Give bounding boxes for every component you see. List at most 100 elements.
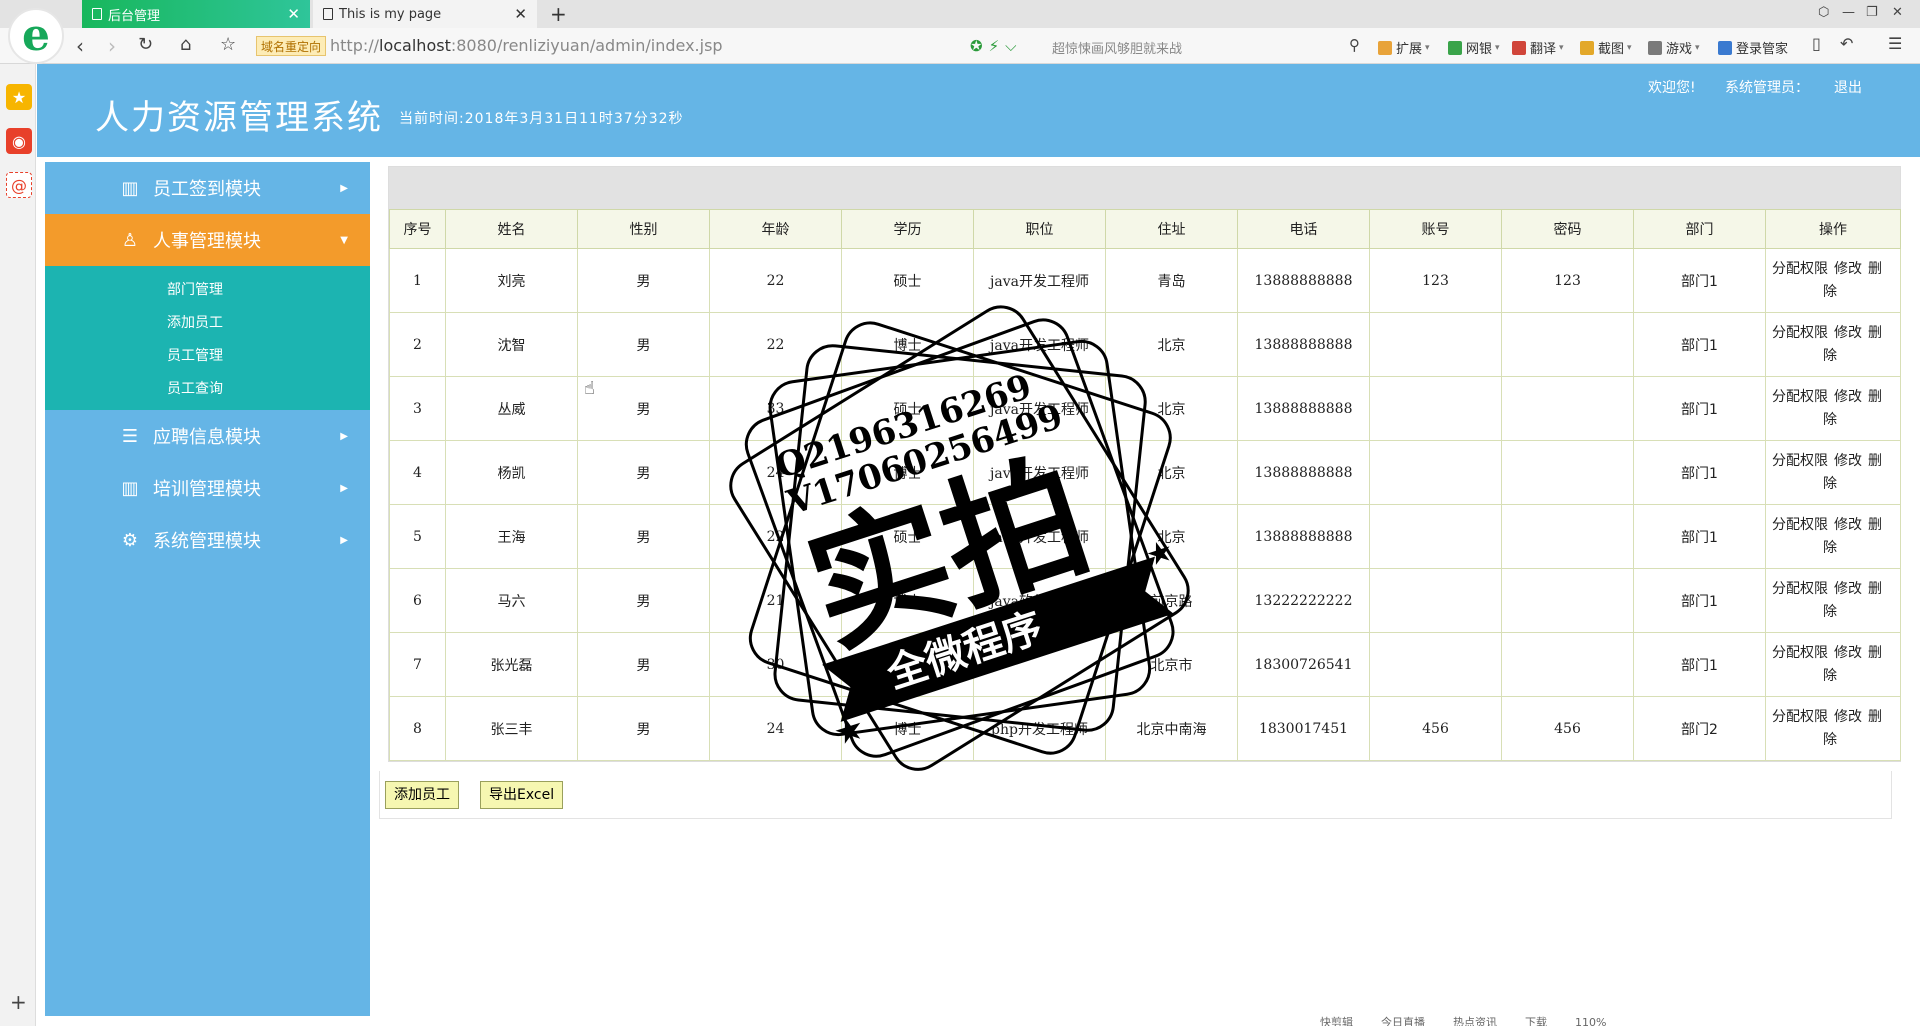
table-cell: 22 [709, 312, 842, 377]
edit-link[interactable]: 修改 [1834, 517, 1862, 533]
delete-link[interactable]: 除 [1823, 668, 1837, 684]
edit-link[interactable]: 修改 [1834, 581, 1862, 597]
forward-icon[interactable]: › [108, 34, 116, 58]
close-icon[interactable]: ✕ [514, 5, 527, 23]
table-cell: 部门1 [1633, 376, 1766, 441]
weibo-icon[interactable]: ◉ [6, 128, 32, 154]
assign-permission-link[interactable]: 分配权限 [1772, 261, 1828, 277]
submenu-add-employee[interactable]: 添加员工 [167, 312, 223, 332]
export-excel-button[interactable]: 导出Excel [480, 781, 564, 809]
add-employee-button[interactable]: 添加员工 [385, 781, 459, 809]
column-header: 电话 [1237, 209, 1370, 249]
status-item[interactable]: 快剪辑 [1320, 1016, 1353, 1026]
delete-link[interactable]: 删 [1868, 261, 1882, 277]
sidebar-module-system[interactable]: ⚙ 系统管理模块 ▶ [45, 514, 370, 566]
delete-link[interactable]: 除 [1823, 732, 1837, 748]
add-icon[interactable]: + [10, 990, 27, 1014]
edit-link[interactable]: 修改 [1834, 709, 1862, 725]
assign-permission-link[interactable]: 分配权限 [1772, 453, 1828, 469]
new-tab-button[interactable]: + [550, 2, 567, 26]
assign-permission-link[interactable]: 分配权限 [1772, 325, 1828, 341]
tab-label: 后台管理 [108, 8, 161, 24]
restore-icon[interactable]: ❐ [1866, 5, 1878, 20]
toolbar-item-1[interactable]: 网银 ▾ [1448, 38, 1500, 57]
table-cell [1501, 312, 1634, 377]
shirt-icon[interactable]: ⬡ [1818, 5, 1829, 20]
toolbar-item-5[interactable]: 登录管家 [1718, 38, 1788, 57]
mail-icon[interactable]: @ [6, 172, 32, 198]
undo-icon[interactable]: ↶ [1840, 34, 1853, 53]
table-cell: 杨凯 [445, 440, 578, 505]
reload-icon[interactable]: ↻ [138, 34, 153, 55]
table-row: 8 张三丰男 24 博士 php开发工程师 北京中南海 1830017451 456 456 部门… [389, 696, 1901, 761]
delete-link-continuation: 除 [1772, 601, 1894, 624]
toolbar-item-3[interactable]: 截图 ▾ [1580, 38, 1632, 57]
assign-permission-link[interactable]: 分配权限 [1772, 645, 1828, 661]
security-icon[interactable]: ✪⚡⌵ [970, 37, 1022, 55]
tab-admin[interactable]: 后台管理 ✕ [82, 0, 310, 28]
minimize-icon[interactable]: — [1842, 5, 1855, 20]
search-icon[interactable]: ⚲ [1349, 36, 1360, 54]
back-icon[interactable]: ‹ [76, 34, 84, 58]
assign-permission-link[interactable]: 分配权限 [1772, 389, 1828, 405]
redirect-badge[interactable]: 域名重定向 [256, 36, 327, 56]
delete-link[interactable]: 删 [1868, 709, 1882, 725]
table-cell: java开发工程师 [973, 376, 1106, 441]
logout-link[interactable]: 退出 [1834, 77, 1862, 97]
delete-link[interactable]: 除 [1823, 540, 1837, 556]
page-icon [92, 8, 102, 20]
table-cell [1369, 568, 1502, 633]
delete-link[interactable]: 除 [1823, 284, 1837, 300]
toolbar-item-2[interactable]: 翻译 ▾ [1512, 38, 1564, 57]
home-icon[interactable]: ⌂ [180, 34, 191, 55]
delete-link[interactable]: 除 [1823, 476, 1837, 492]
menu-icon[interactable]: ☰ [1888, 34, 1902, 53]
submenu-employee-query[interactable]: 员工查询 [167, 378, 223, 398]
reading-icon[interactable]: ▯ [1812, 34, 1821, 53]
tab-my-page[interactable]: This is my page ✕ [313, 0, 537, 28]
sidebar-module-checkin[interactable]: ▥ 员工签到模块 ▶ [45, 162, 370, 214]
delete-link-continuation: 除 [1772, 345, 1894, 368]
table-cell: 北京 [1105, 312, 1238, 377]
search-hint[interactable]: 超惊悚画风够胆就来战 [1052, 38, 1182, 57]
notebook-icon: ▥ [121, 177, 139, 199]
edit-link[interactable]: 修改 [1834, 389, 1862, 405]
row-actions: 分配权限 修改删除 [1765, 248, 1901, 313]
edit-link[interactable]: 修改 [1834, 645, 1862, 661]
delete-link[interactable]: 删 [1868, 453, 1882, 469]
status-item[interactable]: 热点资讯 [1453, 1016, 1497, 1026]
toolbar-item-4[interactable]: 游戏 ▾ [1648, 38, 1700, 57]
delete-link-continuation: 除 [1772, 409, 1894, 432]
star-icon[interactable]: ☆ [220, 34, 236, 55]
edit-link[interactable]: 修改 [1834, 453, 1862, 469]
delete-link[interactable]: 除 [1823, 604, 1837, 620]
edit-link[interactable]: 修改 [1834, 325, 1862, 341]
favorites-icon[interactable]: ★ [6, 84, 32, 110]
submenu-dept-manage[interactable]: 部门管理 [167, 279, 223, 299]
url-field[interactable]: http://localhost:8080/renliziyuan/admin/… [330, 36, 723, 55]
delete-link[interactable]: 删 [1868, 517, 1882, 533]
edit-link[interactable]: 修改 [1834, 261, 1862, 277]
sidebar-module-personnel[interactable]: ♙ 人事管理模块 ▼ [45, 214, 370, 266]
assign-permission-link[interactable]: 分配权限 [1772, 517, 1828, 533]
toolbar-item-0[interactable]: 扩展 ▾ [1378, 38, 1430, 57]
chevron-down-icon: ▾ [1425, 42, 1430, 53]
status-item[interactable]: 下载 [1525, 1016, 1547, 1026]
delete-link[interactable]: 删 [1868, 389, 1882, 405]
window-close-icon[interactable]: ✕ [1892, 5, 1903, 20]
close-icon[interactable]: ✕ [287, 5, 300, 23]
delete-link[interactable]: 删 [1868, 325, 1882, 341]
delete-link[interactable]: 删 [1868, 581, 1882, 597]
status-item[interactable]: 110% [1575, 1016, 1606, 1026]
assign-permission-link[interactable]: 分配权限 [1772, 581, 1828, 597]
delete-link[interactable]: 除 [1823, 412, 1837, 428]
table-cell [1501, 376, 1634, 441]
status-item[interactable]: 今日直播 [1381, 1016, 1425, 1026]
delete-link[interactable]: 删 [1868, 645, 1882, 661]
sidebar-module-training[interactable]: ▥ 培训管理模块 ▶ [45, 462, 370, 514]
row-actions: 分配权限 修改删除 [1765, 568, 1901, 633]
submenu-employee-manage[interactable]: 员工管理 [167, 345, 223, 365]
sidebar-module-recruit[interactable]: ☰ 应聘信息模块 ▶ [45, 410, 370, 462]
delete-link[interactable]: 除 [1823, 348, 1837, 364]
assign-permission-link[interactable]: 分配权限 [1772, 709, 1828, 725]
